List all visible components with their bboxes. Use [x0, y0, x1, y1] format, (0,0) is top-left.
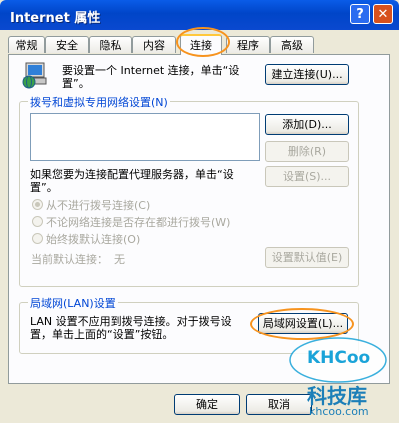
lan-settings-button[interactable]: 局域网设置(L)...: [258, 313, 348, 334]
radio-never-dial-label: 从不进行拨号连接(C): [46, 199, 151, 212]
setup-text-line2: 置”。: [62, 77, 90, 90]
radio-dial-whenever-label: 不论网络连接是否存在都进行拨号(W): [46, 216, 231, 229]
tab-connections[interactable]: 连接: [180, 34, 222, 55]
dialup-group-title: 拨号和虚拟专用网络设置(N): [28, 94, 170, 110]
proxy-text-line1: 如果您要为连接配置代理服务器，单击“设: [30, 168, 234, 181]
khcoo-site-url: khcoo.com: [309, 405, 369, 418]
set-default-button[interactable]: 设置默认值(E): [265, 247, 349, 268]
radio-always-dial-label: 始终拨默认连接(O): [46, 233, 141, 246]
tab-programs[interactable]: 程序: [226, 36, 270, 53]
close-button[interactable]: ✕: [373, 4, 393, 24]
current-default-label: 当前默认连接：: [31, 253, 108, 266]
radio-never-dial[interactable]: [32, 199, 43, 210]
tab-security[interactable]: 安全: [45, 36, 89, 53]
tab-general[interactable]: 常规: [8, 36, 45, 53]
current-default-value: 无: [114, 253, 125, 266]
dialup-settings-button[interactable]: 设置(S)...: [265, 166, 349, 187]
lan-group-title: 局域网(LAN)设置: [28, 295, 118, 311]
title-bar: Internet 属性 ? ✕: [0, 0, 399, 30]
radio-dial-whenever[interactable]: [32, 216, 43, 227]
ok-button[interactable]: 确定: [174, 394, 240, 415]
tab-privacy[interactable]: 隐私: [89, 36, 132, 53]
lan-text-line2: 置，单击上面的“设置”按钮。: [30, 328, 174, 341]
proxy-text-line2: 置”。: [30, 181, 58, 194]
network-globe-icon: [22, 62, 47, 89]
delete-button[interactable]: 删除(R): [265, 141, 349, 162]
tab-advanced[interactable]: 高级: [270, 36, 314, 53]
khcoo-logo-text: KHCoo: [307, 348, 371, 368]
tab-content[interactable]: 内容: [132, 36, 176, 53]
window-title: Internet 属性: [10, 11, 101, 26]
setup-connection-button[interactable]: 建立连接(U)...: [265, 64, 349, 85]
radio-always-dial[interactable]: [32, 233, 43, 244]
add-button[interactable]: 添加(D)...: [265, 114, 349, 135]
khcoo-watermark: KHCoo 科技库 khcoo.com: [283, 332, 393, 420]
help-button[interactable]: ?: [350, 4, 370, 24]
dialup-connection-list[interactable]: [30, 113, 260, 161]
